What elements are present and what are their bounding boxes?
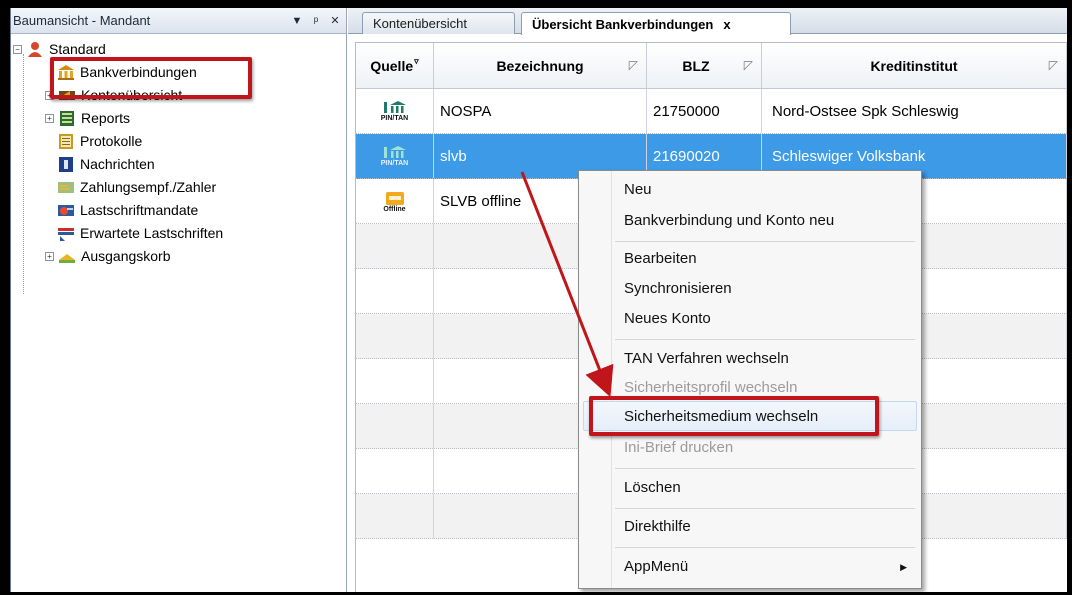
payee-icon <box>57 179 75 195</box>
outbox-icon <box>58 248 76 264</box>
source-label: Offline <box>383 205 406 213</box>
bank-icon <box>57 64 75 80</box>
submenu-arrow-icon: ▶ <box>900 562 907 572</box>
tree-item-label: Lastschriftmandate <box>80 202 199 218</box>
menu-item-sicherheitsprofil: Sicherheitsprofil wechseln <box>624 379 798 396</box>
tree-item-nachrichten[interactable]: Nachrichten <box>57 153 158 175</box>
menu-item-sicherheitsmedium[interactable]: Sicherheitsmedium wechseln <box>624 408 818 425</box>
tree-item-reports[interactable]: + Reports <box>45 107 133 129</box>
tree-item-ausgangskorb[interactable]: + Ausgangskorb <box>45 245 174 267</box>
blz-cell: 21750000 <box>647 89 762 133</box>
menu-item-appmenue[interactable]: AppMenü <box>624 558 688 575</box>
filter-icon[interactable]: ▿ <box>414 56 419 67</box>
panel-header: Baumansicht - Mandant ▼ ᵖ ✕ <box>11 8 346 34</box>
name-cell: NOSPA <box>434 89 647 133</box>
protocol-icon <box>57 133 75 149</box>
messages-icon <box>57 156 75 172</box>
menu-separator <box>615 547 915 548</box>
tab-label: Kontenübersicht <box>373 16 467 31</box>
column-header-kreditinstitut[interactable]: Kreditinstitut ◸ <box>762 43 1067 88</box>
table-row[interactable]: PIN/TAN NOSPA 21750000 Nord-Ostsee Spk S… <box>356 89 1067 134</box>
grid-header: Quelle ▿ Bezeichnung ◸ BLZ ◸ Kreditinstitut… <box>356 43 1067 89</box>
accounts-arrow-icon <box>58 87 76 103</box>
tree-item-erwartete-lastschriften[interactable]: Erwartete Lastschriften <box>57 222 226 244</box>
source-cell: PIN/TAN <box>356 134 434 178</box>
menu-item-tan-verfahren[interactable]: TAN Verfahren wechseln <box>624 350 789 367</box>
column-label: Quelle <box>370 57 414 74</box>
column-header-bezeichnung[interactable]: Bezeichnung ◸ <box>434 43 647 88</box>
column-header-blz[interactable]: BLZ ◸ <box>647 43 762 88</box>
collapse-icon[interactable]: − <box>13 44 22 54</box>
expand-icon[interactable]: + <box>45 113 54 123</box>
pin-icon[interactable]: ᵖ <box>308 14 324 28</box>
menu-item-synchronisieren[interactable]: Synchronisieren <box>624 280 732 297</box>
tab-bar: Kontenübersicht Übersicht Bankverbindung… <box>348 8 1067 35</box>
filter-icon[interactable]: ◸ <box>744 58 753 72</box>
tree-item-kontenuebersicht[interactable]: + Kontenübersicht <box>45 84 185 106</box>
panel-dropdown-icon[interactable]: ▼ <box>289 15 305 27</box>
tab-kontenuebersicht[interactable]: Kontenübersicht <box>362 12 515 34</box>
tree-item-protokolle[interactable]: Protokolle <box>57 130 145 152</box>
tree-item-label: Zahlungsempf./Zahler <box>80 179 217 195</box>
tab-uebersicht-bankverbindungen[interactable]: Übersicht Bankverbindungen x <box>521 12 791 35</box>
tree-item-label: Nachrichten <box>80 156 155 172</box>
menu-separator <box>615 339 915 340</box>
source-cell: Offline <box>356 179 434 223</box>
tree-item-zahlungsempf[interactable]: Zahlungsempf./Zahler <box>57 176 219 198</box>
pin-tan-icon: PIN/TAN <box>380 142 410 170</box>
tree-root-label: Standard <box>49 41 106 57</box>
column-header-quelle[interactable]: Quelle ▿ <box>356 43 434 88</box>
menu-item-ini-brief: Ini-Brief drucken <box>624 439 734 456</box>
report-icon <box>58 110 76 126</box>
filter-icon[interactable]: ◸ <box>629 58 638 72</box>
tree-item-label: Bankverbindungen <box>80 64 197 80</box>
expand-icon[interactable]: + <box>45 251 54 261</box>
column-label: BLZ <box>682 57 710 74</box>
column-label: Kreditinstitut <box>870 57 958 74</box>
menu-item-neu[interactable]: Neu <box>624 181 652 198</box>
menu-item-direkthilfe[interactable]: Direkthilfe <box>624 518 691 535</box>
filter-icon[interactable]: ◸ <box>1049 58 1058 72</box>
close-icon[interactable]: ✕ <box>327 14 343 27</box>
panel-title: Baumansicht - Mandant <box>13 13 151 28</box>
tree-item-label: Kontenübersicht <box>81 87 183 103</box>
source-cell: PIN/TAN <box>356 89 434 133</box>
mandate-icon <box>57 202 75 218</box>
offline-icon: Offline <box>380 187 410 215</box>
tab-label: Übersicht Bankverbindungen <box>532 16 714 32</box>
pin-tan-icon: PIN/TAN <box>380 97 410 125</box>
user-icon <box>26 41 44 57</box>
menu-item-bearbeiten[interactable]: Bearbeiten <box>624 250 697 267</box>
menu-item-neues-konto[interactable]: Neues Konto <box>624 310 711 327</box>
tree-item-bankverbindungen[interactable]: Bankverbindungen <box>57 61 200 83</box>
expand-icon[interactable]: + <box>45 90 54 100</box>
menu-separator <box>615 468 915 469</box>
tree-item-label: Ausgangskorb <box>81 248 171 264</box>
tree-item-label: Reports <box>81 110 131 126</box>
menu-item-bankverbindung-konto-neu[interactable]: Bankverbindung und Konto neu <box>624 212 834 229</box>
tree-item-label: Erwartete Lastschriften <box>80 225 224 241</box>
tree-item-lastschriftmandate[interactable]: Lastschriftmandate <box>57 199 201 221</box>
menu-separator <box>615 508 915 509</box>
source-label: PIN/TAN <box>380 159 409 167</box>
menu-item-loeschen[interactable]: Löschen <box>624 479 681 496</box>
tree-view-panel: Baumansicht - Mandant ▼ ᵖ ✕ − Standard B… <box>11 8 347 592</box>
context-menu: Neu Bankverbindung und Konto neu Bearbei… <box>578 170 922 589</box>
source-label: PIN/TAN <box>380 114 409 122</box>
tree-root-standard[interactable]: − Standard <box>13 38 109 60</box>
tree-item-label: Protokolle <box>80 133 143 149</box>
column-label: Bezeichnung <box>496 57 584 74</box>
tab-close-icon[interactable]: x <box>723 17 730 32</box>
institute-cell: Nord-Ostsee Spk Schleswig <box>762 89 1067 133</box>
expected-debits-icon <box>57 225 75 241</box>
menu-separator <box>615 241 915 242</box>
